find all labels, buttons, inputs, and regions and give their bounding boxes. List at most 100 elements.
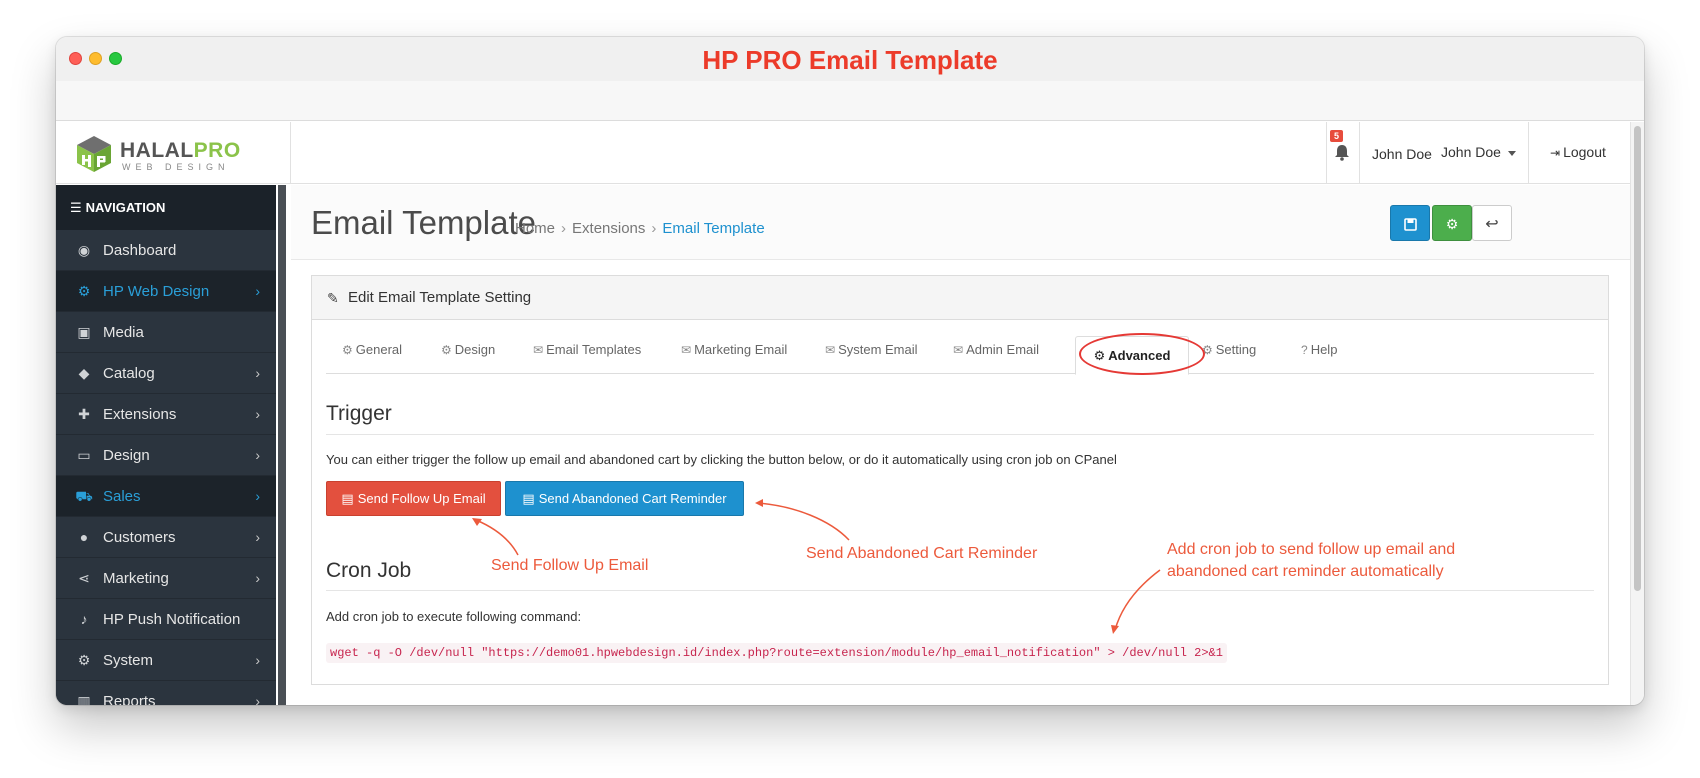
pencil-icon: ✎ (327, 290, 339, 306)
trigger-title: Trigger (326, 402, 392, 425)
tab-general[interactable]: ⚙ General (342, 342, 402, 357)
bell-icon: ♪ (80, 611, 88, 627)
cart-icon: ⛟ (75, 488, 93, 504)
admin-app: HALALPRO WEB DESIGN 5 John Doe John Doe … (56, 122, 1630, 705)
annotation-cron-line1: Add cron job to send follow up email and (1167, 541, 1456, 558)
reply-icon: ↩ (1485, 216, 1499, 233)
app-window: HP PRO Email Template HALALPRO WEB DESIG… (56, 37, 1644, 705)
user-icon: ● (79, 529, 89, 545)
sidebar-item-hp-web-design[interactable]: ⚙ HP Web Design › (56, 271, 276, 312)
gears-icon: ⚙ (441, 343, 452, 357)
logo-tagline: WEB DESIGN (122, 162, 230, 172)
sidebar-item-catalog[interactable]: ◆ Catalog › (56, 353, 276, 394)
share-icon: ⋖ (78, 570, 90, 586)
chevron-right-icon: › (255, 529, 260, 545)
logo-cube-icon (77, 136, 111, 172)
chevron-right-icon: › (255, 652, 260, 668)
back-button[interactable]: ↩ (1472, 205, 1512, 241)
email-card-icon: ▤ (522, 491, 535, 506)
settings-panel: ✎ Edit Email Template Setting ⚙ General ⚙… (311, 275, 1609, 685)
sign-out-icon: ⇥ (1550, 146, 1561, 160)
bar-chart-icon: ▥ (77, 693, 91, 705)
title-bar: HP PRO Email Template (56, 37, 1644, 81)
tab-design[interactable]: ⚙ Design (441, 342, 495, 357)
breadcrumb-home[interactable]: Home (515, 220, 555, 237)
breadcrumb: Home › Extensions › Email Template (515, 220, 765, 237)
page-header: Email Template Home › Extensions › Email Tem… (291, 185, 1630, 260)
tab-marketing-email[interactable]: ✉ Marketing Email (681, 342, 787, 357)
breadcrumb-extensions[interactable]: Extensions (572, 220, 645, 237)
scrollbar-thumb[interactable] (1634, 126, 1641, 591)
cog-icon: ⚙ (77, 652, 91, 668)
highlight-circle (1079, 333, 1205, 375)
main-content: Email Template Home › Extensions › Email Tem… (291, 185, 1630, 705)
cron-job-title: Cron Job (326, 559, 412, 582)
sidebar-item-reports[interactable]: ▥ Reports › (56, 681, 276, 705)
email-card-icon: ▤ (341, 491, 354, 506)
tab-email-templates[interactable]: ✉ Email Templates (533, 342, 641, 357)
panel-heading: ✎ Edit Email Template Setting (312, 276, 1608, 320)
annotation-follow-up: Send Follow Up Email (491, 557, 649, 574)
annotation-abandoned-cart: Send Abandoned Cart Reminder (806, 545, 1038, 562)
logo[interactable]: HALALPRO WEB DESIGN (56, 122, 291, 184)
sidebar-item-system[interactable]: ⚙ System › (56, 640, 276, 681)
sidebar-item-dashboard[interactable]: ◉ Dashboard (56, 230, 276, 271)
chevron-right-icon: › (255, 283, 260, 299)
cron-command: wget -q -O /dev/null "https://demo01.hpw… (326, 643, 1227, 663)
caret-down-icon (1507, 150, 1516, 156)
trigger-help-text: You can either trigger the follow up ema… (326, 452, 1117, 467)
window-title: HP PRO Email Template (702, 45, 998, 75)
annotation-cron-line2: abandoned cart reminder automatically (1167, 563, 1444, 580)
settings-button[interactable]: ⚙ (1432, 205, 1472, 241)
envelope-icon: ✉ (533, 343, 544, 357)
sidebar-item-design[interactable]: ▭ Design › (56, 435, 276, 476)
chevron-right-icon: › (255, 365, 260, 381)
envelope-icon: ✉ (953, 343, 964, 357)
sidebar-scrollbar[interactable] (278, 185, 286, 705)
monitor-icon: ▭ (77, 447, 91, 463)
user-name-label: John Doe (1372, 146, 1432, 162)
chevron-right-icon: › (255, 447, 260, 463)
window-scrollbar[interactable] (1630, 122, 1644, 705)
gears-icon: ⚙ (1445, 216, 1459, 232)
browser-toolbar (56, 81, 1644, 121)
settings-tabs: ⚙ General ⚙ Design ✉ Email Templates ✉ Marke… (326, 333, 1594, 375)
chevron-right-icon: › (255, 488, 260, 504)
save-button[interactable] (1390, 205, 1430, 241)
sidebar-item-marketing[interactable]: ⋖ Marketing › (56, 558, 276, 599)
gears-icon: ⚙ (77, 283, 91, 299)
dashboard-icon: ◉ (77, 242, 91, 258)
user-menu-dropdown[interactable]: John Doe (1441, 144, 1516, 160)
save-icon (1403, 218, 1417, 231)
send-follow-up-email-button[interactable]: ▤ Send Follow Up Email (326, 481, 501, 516)
sidebar-item-customers[interactable]: ● Customers › (56, 517, 276, 558)
chevron-right-icon: › (255, 570, 260, 586)
sidebar: ☰ NAVIGATION ◉ Dashboard ⚙ HP Web Design › ▣… (56, 185, 276, 705)
gears-icon: ⚙ (342, 343, 353, 357)
puzzle-icon: ✚ (78, 406, 90, 422)
sidebar-item-extensions[interactable]: ✚ Extensions › (56, 394, 276, 435)
bell-icon (1335, 145, 1349, 161)
logo-brand-part1: HALAL (120, 139, 194, 162)
send-abandoned-cart-reminder-button[interactable]: ▤ Send Abandoned Cart Reminder (505, 481, 744, 516)
sidebar-item-hp-push-notification[interactable]: ♪ HP Push Notification (56, 599, 276, 640)
navigation-heading[interactable]: ☰ NAVIGATION (56, 185, 276, 230)
notification-count-badge: 5 (1330, 130, 1344, 142)
envelope-icon: ✉ (825, 343, 836, 357)
tab-admin-email[interactable]: ✉ Admin Email (953, 342, 1039, 357)
sidebar-item-media[interactable]: ▣ Media (56, 312, 276, 353)
sidebar-item-sales[interactable]: ⛟ Sales › (56, 476, 276, 517)
envelope-icon: ✉ (681, 343, 692, 357)
top-header: HALALPRO WEB DESIGN 5 John Doe John Doe … (56, 122, 1630, 184)
tab-setting[interactable]: ⚙ Setting (1202, 342, 1256, 357)
logout-link[interactable]: ⇥ Logout (1550, 144, 1606, 160)
chevron-right-icon: › (255, 693, 260, 705)
tab-help[interactable]: ? Help (1301, 342, 1337, 357)
tags-icon: ◆ (78, 365, 90, 381)
hamburger-icon: ☰ (70, 200, 82, 215)
logo-brand-part2: PRO (193, 139, 241, 162)
question-icon: ? (1301, 343, 1308, 357)
breadcrumb-email-template[interactable]: Email Template (662, 220, 764, 237)
tab-system-email[interactable]: ✉ System Email (825, 342, 918, 357)
cron-help-text: Add cron job to execute following comman… (326, 609, 582, 624)
